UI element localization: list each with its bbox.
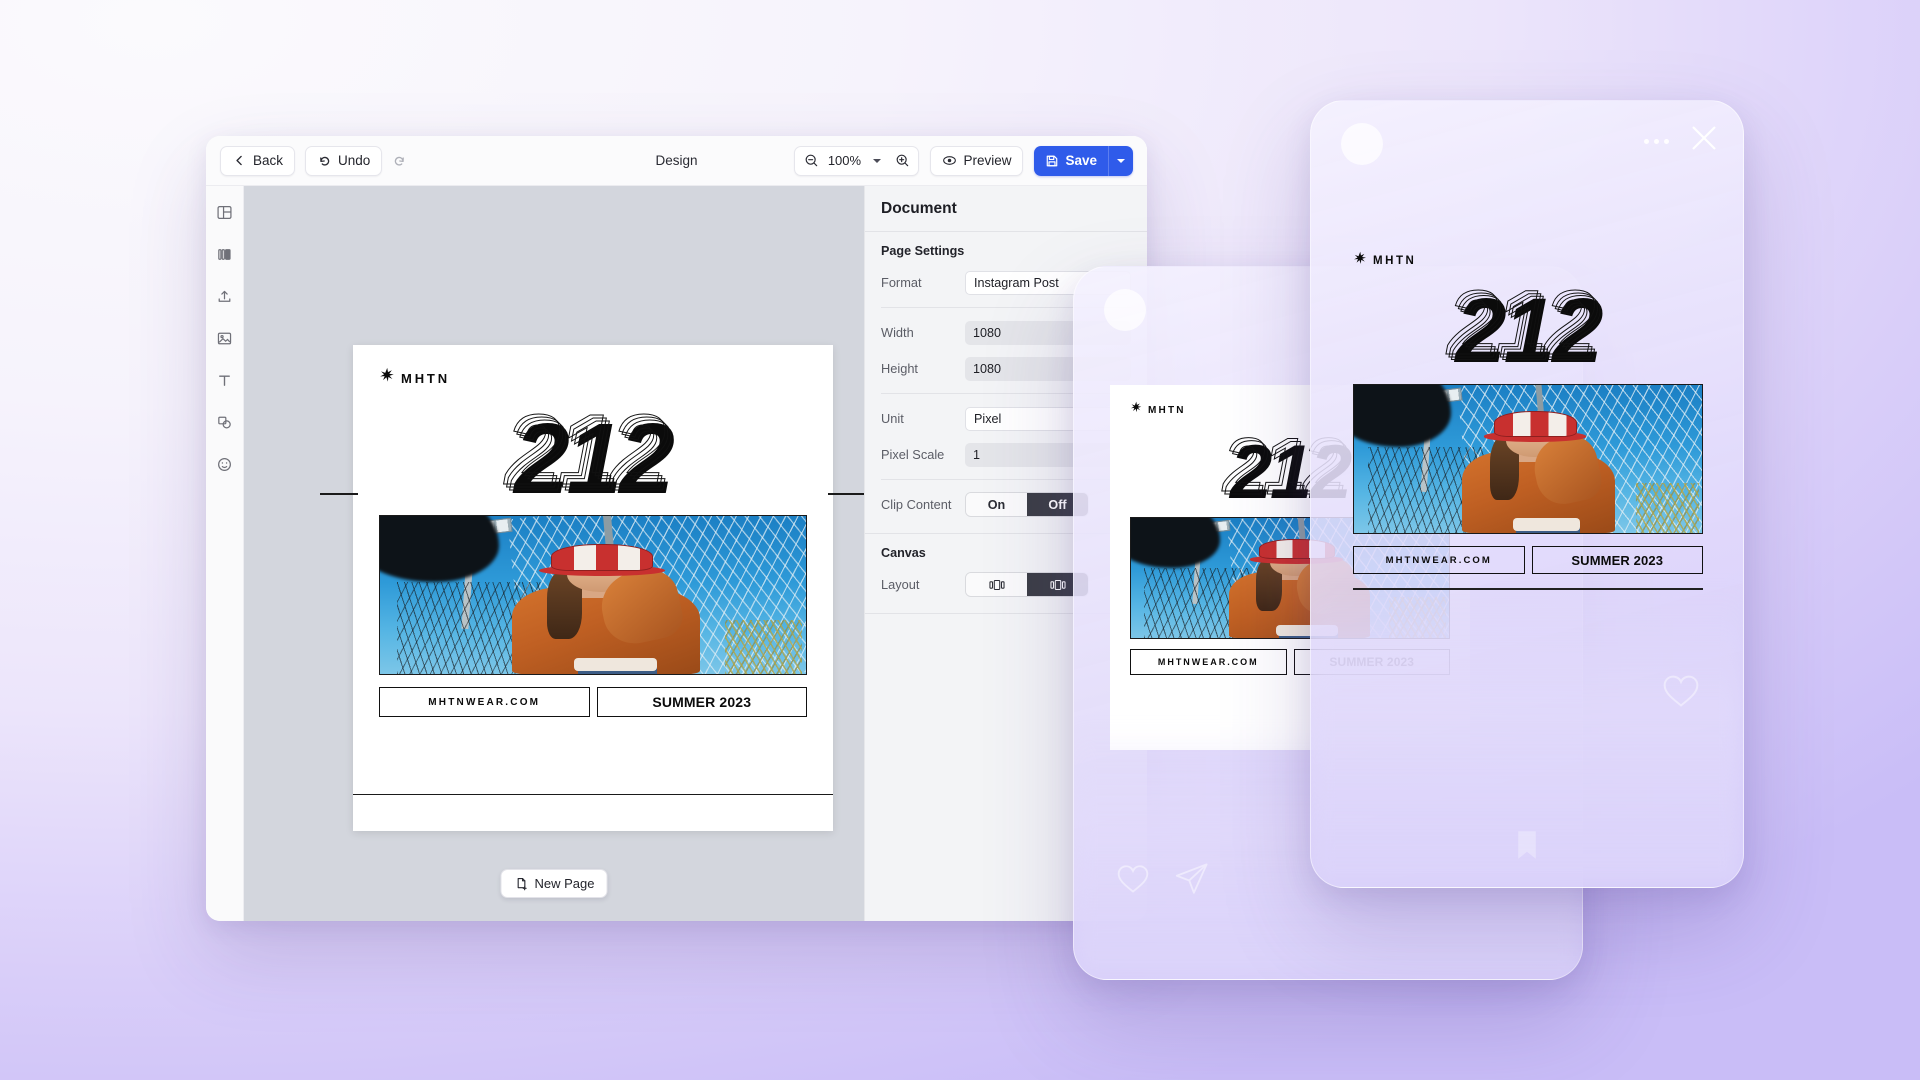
star-logo-icon: [379, 367, 396, 389]
field-format-label: Format: [881, 275, 922, 290]
phone-front-post: MHTN 212 212 212 212 MHTNWEAR.COM SUMMER…: [1311, 251, 1743, 611]
save-button[interactable]: Save: [1034, 145, 1108, 176]
zoom-in-icon[interactable]: [891, 150, 913, 172]
layout-toggle: [965, 572, 1089, 597]
avatar: [1341, 123, 1383, 165]
bookmark-icon[interactable]: [1514, 830, 1540, 865]
save-split-button: Save: [1034, 145, 1133, 176]
preview-eye-icon: [942, 153, 957, 168]
more-options-icon[interactable]: [1644, 139, 1669, 144]
poster-design: MHTN 212 212 212 212 MHTNWEAR.COM SUMMER…: [353, 345, 833, 831]
poster-photo: [1353, 384, 1703, 535]
back-button[interactable]: Back: [220, 145, 296, 176]
field-unit-label: Unit: [881, 411, 904, 426]
zoom-level-value[interactable]: 100%: [825, 153, 863, 168]
preview-button[interactable]: Preview: [930, 145, 1024, 176]
field-height-label: Height: [881, 361, 918, 376]
sticker-icon[interactable]: [215, 454, 235, 474]
chevron-down-icon: [1117, 158, 1125, 163]
grid-layout-icon[interactable]: [966, 573, 1027, 596]
text-icon[interactable]: [215, 370, 235, 390]
layers-icon[interactable]: [215, 244, 235, 264]
save-dropdown-button[interactable]: [1108, 145, 1133, 176]
zoom-controls: 100%: [794, 145, 920, 176]
back-label: Back: [253, 153, 284, 168]
zoom-out-icon[interactable]: [800, 150, 822, 172]
headline-echo-3: 212: [511, 400, 673, 512]
star-logo-icon: [1353, 251, 1368, 271]
close-icon[interactable]: [1689, 123, 1719, 153]
field-clip-content-label: Clip Content: [881, 497, 952, 512]
redo-button[interactable]: [384, 146, 413, 176]
shapes-icon[interactable]: [215, 412, 235, 432]
brand-wordmark: MHTN: [1148, 404, 1186, 416]
undo-icon: [317, 153, 332, 168]
brand-wordmark: MHTN: [1373, 255, 1417, 267]
heart-icon[interactable]: [1114, 860, 1152, 901]
zoom-dropdown-icon[interactable]: [866, 150, 888, 172]
tag-website: MHTNWEAR.COM: [1353, 546, 1525, 575]
save-label: Save: [1065, 153, 1097, 168]
new-page-label: New Page: [534, 876, 595, 891]
new-page-icon: [514, 876, 529, 891]
tool-rail: [206, 186, 244, 921]
chevron-left-icon: [232, 153, 247, 168]
history-controls: Back Undo: [220, 145, 413, 176]
inspector-title: Document: [881, 199, 957, 217]
field-layout-label: Layout: [881, 577, 920, 592]
save-disk-icon: [1044, 153, 1059, 168]
undo-button[interactable]: Undo: [305, 145, 383, 176]
avatar: [1104, 289, 1146, 331]
page-settings-title: Page Settings: [881, 244, 965, 258]
poster-photo: [379, 515, 807, 675]
preview-label: Preview: [963, 153, 1012, 168]
tag-season: SUMMER 2023: [596, 687, 807, 717]
clip-content-toggle: On Off: [965, 492, 1089, 517]
upload-icon[interactable]: [215, 286, 235, 306]
clip-content-on[interactable]: On: [966, 493, 1027, 516]
phone-preview-front[interactable]: MHTN 212 212 212 212 MHTNWEAR.COM SUMMER…: [1310, 100, 1744, 888]
heart-icon[interactable]: [1659, 670, 1703, 715]
toolbar: Back Undo Design 100% Preview Save: [206, 136, 1147, 186]
undo-label: Undo: [338, 153, 371, 168]
field-pixel-scale-label: Pixel Scale: [881, 447, 945, 462]
toolbar-right-controls: 100% Preview Save: [794, 145, 1133, 176]
inspector-header: Document: [865, 186, 1147, 232]
headline-212: 212 212 212 212: [1353, 276, 1703, 380]
headline-212: 212 212 212 212: [379, 400, 807, 512]
tag-season: SUMMER 2023: [1531, 546, 1703, 575]
new-page-button[interactable]: New Page: [500, 869, 608, 898]
brand-logo: MHTN: [379, 367, 807, 389]
layout-icon[interactable]: [215, 202, 235, 222]
field-width-label: Width: [881, 325, 914, 340]
poster-footer-rule: [353, 793, 833, 795]
tag-website: MHTNWEAR.COM: [1130, 648, 1287, 675]
canvas-area[interactable]: MHTN 212 212 212 212 MHTNWEAR.COM SUMMER…: [244, 186, 864, 921]
photo-illustration: [380, 516, 806, 674]
poster-tags: MHTNWEAR.COM SUMMER 2023: [379, 687, 807, 717]
star-logo-icon: [1130, 401, 1143, 419]
share-icon[interactable]: [1172, 860, 1212, 903]
brand-wordmark: MHTN: [401, 370, 450, 386]
editor-window: Back Undo Design 100% Preview Save MHTN …: [206, 136, 1147, 921]
redo-icon: [391, 153, 406, 168]
artboard[interactable]: MHTN 212 212 212 212 MHTNWEAR.COM SUMMER…: [320, 345, 864, 831]
image-icon[interactable]: [215, 328, 235, 348]
editor-body: MHTN 212 212 212 212 MHTNWEAR.COM SUMMER…: [206, 186, 1147, 921]
tag-website: MHTNWEAR.COM: [379, 687, 590, 717]
artboard-guide-right: [828, 493, 864, 495]
headline-echo-3: 212: [1452, 277, 1601, 380]
